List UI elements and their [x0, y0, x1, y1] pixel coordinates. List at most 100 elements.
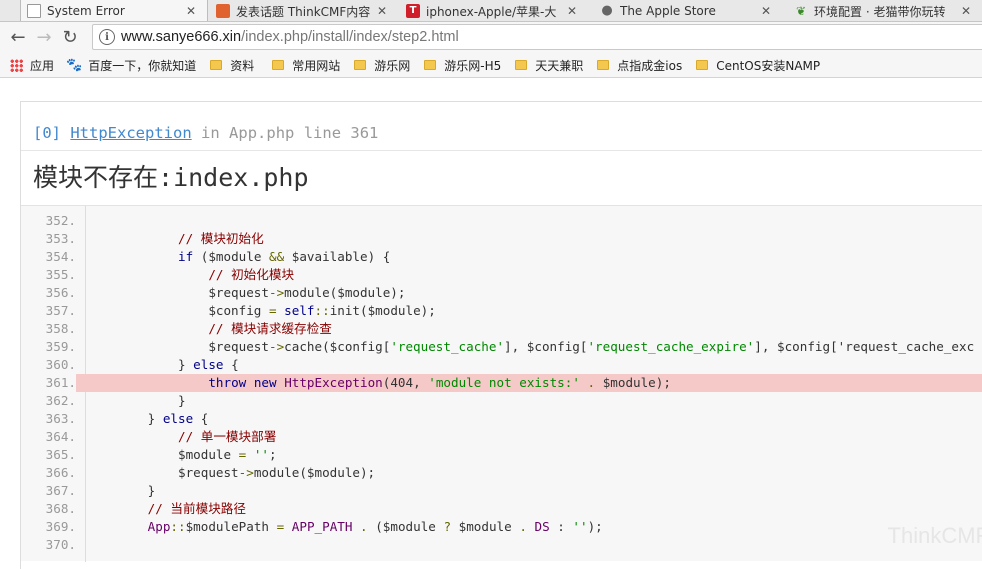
close-icon[interactable]: ✕	[758, 4, 774, 18]
code-text: // 模块初始化	[178, 231, 264, 246]
bookmark-folder[interactable]: 游乐网-H5	[424, 57, 501, 74]
info-icon[interactable]: i	[99, 29, 115, 45]
line-number: 368.	[45, 501, 76, 516]
folder-icon	[515, 60, 528, 70]
tab-environment[interactable]: ❦ 环境配置 · 老猫带你玩转 ✕	[788, 0, 982, 21]
bookmark-label: 资料	[230, 58, 255, 73]
url-text[interactable]: www.sanye666.xin/index.php/install/index…	[121, 29, 459, 45]
folder-icon	[210, 60, 223, 70]
bookmark-folder[interactable]: 游乐网	[354, 57, 410, 74]
code-text: $config = self::init($module);	[87, 303, 436, 318]
bookmark-label: 游乐网	[374, 58, 411, 73]
code-line: 361. throw new HttpException(404, 'modul…	[21, 374, 982, 392]
close-icon[interactable]: ✕	[183, 4, 199, 18]
line-number: 364.	[45, 429, 76, 444]
bookmark-folder[interactable]: 天天兼职	[515, 57, 583, 74]
code-line: 354. if ($module && $available) {	[21, 248, 982, 266]
line-number: 353.	[45, 231, 76, 246]
folder-icon	[272, 60, 285, 70]
bookmark-label: 天天兼职	[535, 58, 584, 73]
close-icon[interactable]: ✕	[958, 4, 974, 18]
bookmark-folder[interactable]: 资料	[210, 57, 254, 74]
tab-title: 环境配置 · 老猫带你玩转	[814, 4, 946, 19]
tab-iphonex[interactable]: T iphonex-Apple/苹果-大 ✕	[400, 0, 588, 21]
code-text: }	[87, 393, 186, 408]
code-text: $module = '';	[87, 447, 277, 462]
code-line: 364. // 单一模块部署	[21, 428, 982, 446]
code-line: 357. $config = self::init($module);	[21, 302, 982, 320]
watermark: ThinkCMF	[887, 523, 982, 548]
source-code-block: 352. 353. // 模块初始化 354. if ($module && $av…	[21, 205, 982, 562]
close-icon[interactable]: ✕	[374, 4, 390, 18]
line-number: 360.	[45, 357, 76, 372]
error-message-rest: :index.php	[158, 163, 309, 192]
exception-index: [0]	[33, 124, 61, 142]
bookmark-label: 点指成金ios	[617, 58, 683, 73]
code-line: 368. // 当前模块路径	[21, 500, 982, 518]
back-icon[interactable]: ←	[5, 25, 31, 51]
divider	[21, 150, 982, 151]
exception-class-link[interactable]: HttpException	[70, 124, 191, 142]
bookmark-folder[interactable]: 点指成金ios	[597, 57, 682, 74]
code-line: 355. // 初始化模块	[21, 266, 982, 284]
thinkcmf-icon	[216, 4, 230, 18]
code-text: // 初始化模块	[208, 267, 295, 282]
tmall-icon: T	[406, 4, 420, 18]
code-text: }	[87, 483, 156, 498]
reload-icon[interactable]: ↻	[57, 25, 83, 51]
tab-title: iphonex-Apple/苹果-大	[426, 4, 557, 19]
code-line: 352.	[21, 212, 982, 230]
code-text: throw new HttpException(404, 'module not…	[208, 375, 671, 390]
line-number: 370.	[45, 537, 76, 552]
document-icon	[27, 4, 41, 18]
address-bar[interactable]: i www.sanye666.xin/index.php/install/ind…	[92, 24, 982, 50]
line-number: 361.	[21, 374, 76, 392]
line-number: 358.	[45, 321, 76, 336]
bookmark-apps[interactable]: 应用	[10, 57, 54, 74]
code-text: // 单一模块部署	[178, 429, 277, 444]
apple-icon: ●	[601, 3, 613, 18]
bookmark-label: 游乐网-H5	[444, 58, 502, 73]
code-line: 365. $module = '';	[21, 446, 982, 464]
line-number: 366.	[45, 465, 76, 480]
code-line: 363. } else {	[21, 410, 982, 428]
code-line: 353. // 模块初始化	[21, 230, 982, 248]
code-line: 362. }	[21, 392, 982, 410]
line-number: 369.	[45, 519, 76, 534]
code-line: 360. } else {	[21, 356, 982, 374]
tab-apple-store[interactable]: ● The Apple Store ✕	[594, 0, 782, 21]
line-number: 359.	[45, 339, 76, 354]
error-message: 模块不存在:index.php	[33, 158, 309, 194]
bookmark-folder[interactable]: 常用网站	[272, 57, 340, 74]
folder-icon	[354, 60, 367, 70]
tab-thinkcmf[interactable]: 发表话题 ThinkCMF内容 ✕	[210, 0, 398, 21]
code-line: 358. // 模块请求缓存检查	[21, 320, 982, 338]
apps-grid-icon	[10, 58, 23, 72]
bookmark-label: 常用网站	[292, 58, 341, 73]
exception-file: App.php	[229, 124, 295, 142]
exception-panel: [0] HttpException in App.php line 361 模块…	[20, 101, 982, 569]
folder-icon	[696, 60, 709, 70]
line-number: 354.	[45, 249, 76, 264]
tab-title: System Error	[47, 4, 125, 18]
bookmark-baidu[interactable]: 🐾 百度一下，你就知道	[66, 57, 196, 74]
line-number: 365.	[45, 447, 76, 462]
code-text: $request->module($module);	[87, 285, 406, 300]
close-icon[interactable]: ✕	[564, 4, 580, 18]
folder-icon	[597, 60, 610, 70]
tab-system-error[interactable]: System Error ✕	[20, 0, 208, 21]
code-text: // 当前模块路径	[147, 501, 246, 516]
line-number: 362.	[45, 393, 76, 408]
bookmark-folder[interactable]: CentOS安装NAMP	[696, 57, 820, 74]
line-number: 363.	[45, 411, 76, 426]
line-number: 352.	[45, 213, 76, 228]
exception-header: [0] HttpException in App.php line 361	[33, 124, 378, 142]
line-number: 357.	[45, 303, 76, 318]
code-text: if ($module && $available) {	[178, 249, 391, 264]
code-text: // 模块请求缓存检查	[208, 321, 332, 336]
bookmark-label: 百度一下，你就知道	[88, 58, 197, 73]
code-text: App::$modulePath = APP_PATH . ($module ?…	[147, 519, 603, 534]
forward-icon[interactable]: →	[31, 25, 57, 51]
code-line: 369. App::$modulePath = APP_PATH . ($mod…	[21, 518, 982, 536]
code-line: 359. $request->cache($config['request_ca…	[21, 338, 982, 356]
